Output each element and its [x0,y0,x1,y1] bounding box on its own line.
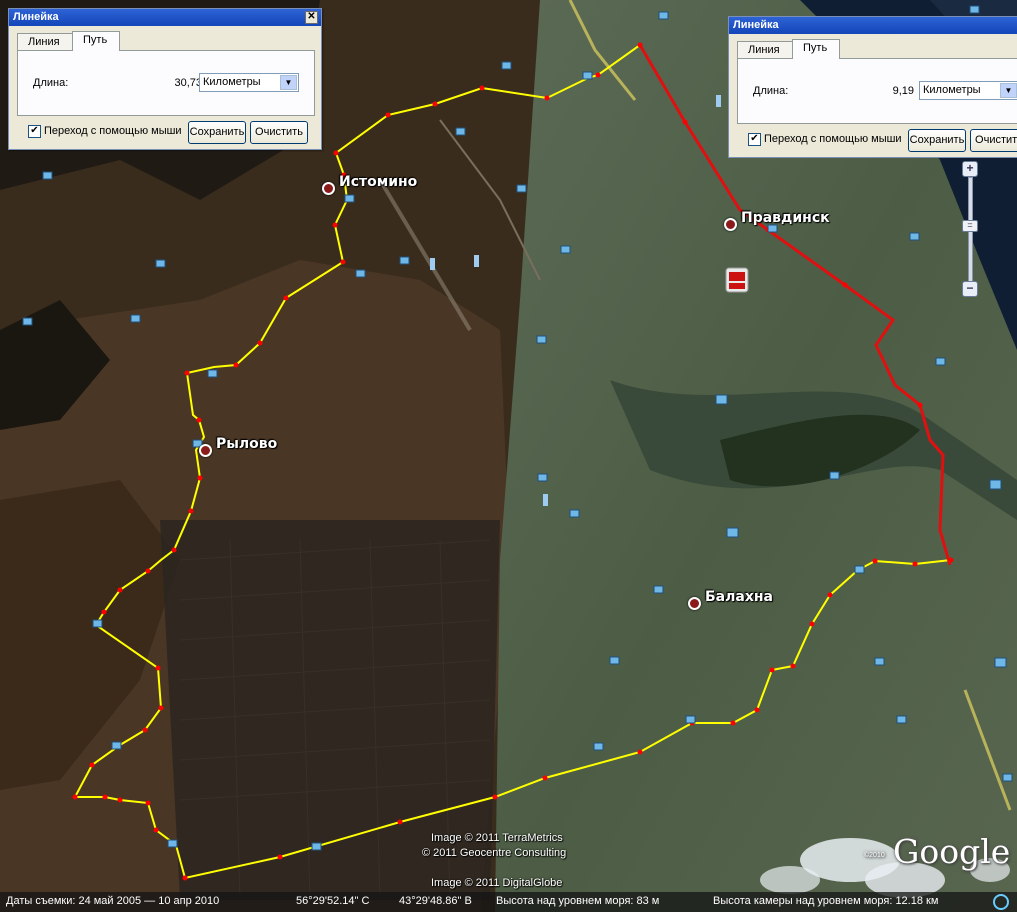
map-view[interactable]: Истомино Рылово Правдинск Балахна Линейк… [0,0,1017,912]
zoom-out-button[interactable]: − [962,281,978,297]
tab-line[interactable]: Линия [17,33,73,50]
length-value: 30,73 [174,77,202,89]
elevation-readout: Высота над уровнем моря: 83 м [496,895,660,907]
place-marker-pravdinsk[interactable] [724,218,737,231]
longitude-readout: 43°29'48.86" В [399,895,472,907]
eye-altitude-readout: Высота камеры над уровнем моря: 12.18 км [713,895,939,907]
ruler-dialog-right[interactable]: Линейка Линия Путь Длина: 9,19 Километры… [728,16,1017,158]
place-label-rylovo[interactable]: Рылово [216,436,277,452]
unit-select[interactable]: Километры ▼ [919,81,1017,100]
place-marker-balakhna[interactable] [688,597,701,610]
length-label: Длина: [33,77,69,89]
tab-line[interactable]: Линия [737,41,793,58]
tab-path[interactable]: Путь [792,39,840,59]
ruler-title: Линейка [13,11,59,23]
length-value: 9,19 [892,85,914,97]
clear-button[interactable]: Очистить [250,121,308,144]
youtube-icon[interactable] [725,267,749,293]
copyright-terrametrics: Image © 2011 TerraMetrics [431,832,563,844]
place-marker-istomino[interactable] [322,182,335,195]
unit-select-value: Километры [203,76,261,88]
imagery-dates: Даты съемки: 24 май 2005 — 10 апр 2010 [6,895,220,907]
ruler-panel: Длина: 30,73 Километры ▼ [17,50,315,116]
status-bar: Даты съемки: 24 май 2005 — 10 апр 2010 5… [0,892,1017,912]
ruler-title: Линейка [733,19,779,31]
place-marker-rylovo[interactable] [199,444,212,457]
clear-button[interactable]: Очистить [970,129,1017,152]
mouse-nav-label[interactable]: Переход с помощью мыши [764,133,902,145]
unit-select-value: Километры [923,84,981,96]
mouse-nav-checkbox[interactable]: ✔ [28,125,41,138]
mouse-nav-checkbox[interactable]: ✔ [748,133,761,146]
ruler-titlebar[interactable]: Линейка [729,17,1017,34]
chevron-down-icon[interactable]: ▼ [1000,83,1017,98]
save-button[interactable]: Сохранить [188,121,246,144]
save-button[interactable]: Сохранить [908,129,966,152]
mouse-nav-label[interactable]: Переход с помощью мыши [44,125,182,137]
ruler-dialog-right-clip: Линейка Линия Путь Длина: 9,19 Километры… [728,16,1017,158]
google-logo-year: ©2010 [864,852,885,859]
place-label-pravdinsk[interactable]: Правдинск [741,210,830,226]
streaming-icon [993,894,1009,910]
ruler-dialog-left[interactable]: Линейка ✕ Линия Путь Длина: 30,73 Киломе… [8,8,322,150]
zoom-slider-thumb[interactable]: = [962,220,978,232]
close-icon[interactable]: ✕ [305,11,318,24]
chevron-down-icon[interactable]: ▼ [280,75,297,90]
ruler-titlebar[interactable]: Линейка ✕ [9,9,321,26]
copyright-digitalglobe: Image © 2011 DigitalGlobe [431,877,563,889]
google-logo-text: Google [893,832,1011,871]
zoom-in-button[interactable]: + [962,161,978,177]
place-label-balakhna[interactable]: Балахна [705,589,773,605]
length-label: Длина: [753,85,789,97]
copyright-geocentre: © 2011 Geocentre Consulting [422,847,567,859]
place-label-istomino[interactable]: Истомино [339,174,417,190]
latitude-readout: 56°29'52.14" С [296,895,370,907]
google-logo: Google ©2010 [864,832,1011,871]
ruler-panel: Длина: 9,19 Километры ▼ [737,58,1017,124]
unit-select[interactable]: Километры ▼ [199,73,299,92]
tab-path[interactable]: Путь [72,31,120,51]
zoom-control[interactable]: + = − [957,157,983,302]
